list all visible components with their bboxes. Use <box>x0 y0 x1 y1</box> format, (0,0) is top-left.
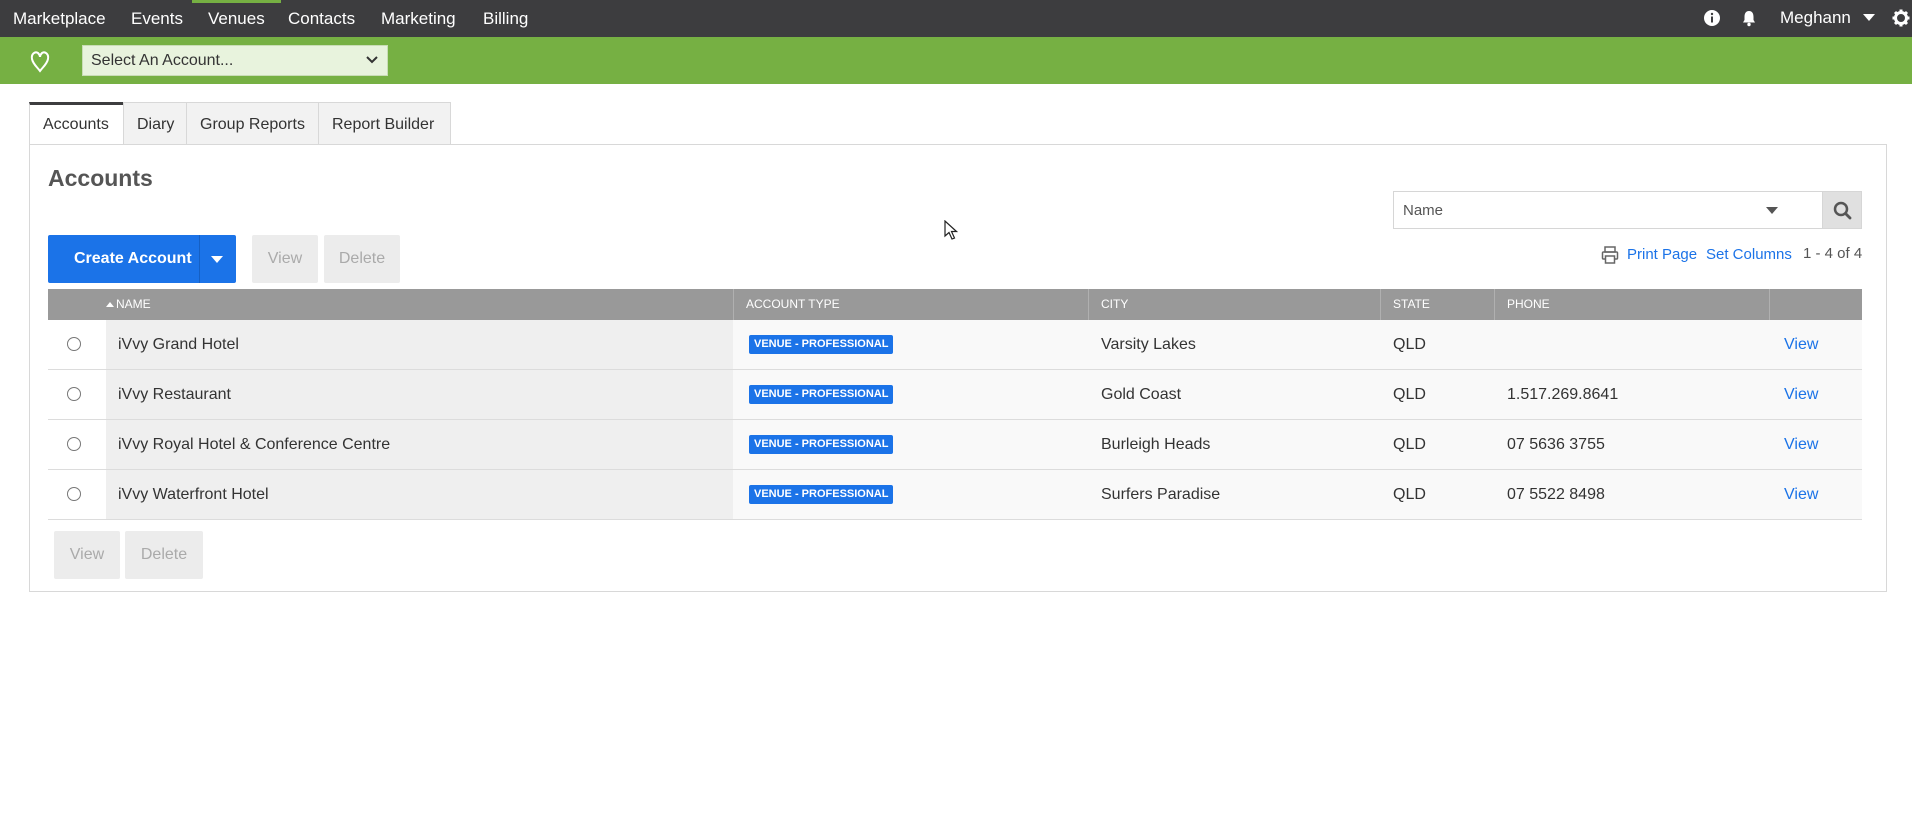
account-select[interactable]: Select An Account... <box>82 45 388 76</box>
row-select-radio[interactable] <box>67 487 81 501</box>
gear-icon[interactable] <box>1892 9 1910 27</box>
account-type-badge: VENUE - PROFESSIONAL <box>749 485 894 504</box>
view-button-bottom[interactable]: View <box>54 531 120 579</box>
account-state: QLD <box>1393 386 1426 403</box>
user-menu[interactable]: Meghann <box>1780 0 1876 37</box>
split-divider <box>199 235 200 283</box>
printer-icon <box>1601 246 1619 264</box>
nav-billing[interactable]: Billing <box>483 0 528 37</box>
delete-button-top[interactable]: Delete <box>324 235 400 283</box>
account-city: Gold Coast <box>1101 386 1182 403</box>
column-city-header[interactable]: CITY <box>1101 289 1128 320</box>
nav-venues[interactable]: Venues <box>192 0 281 37</box>
nav-contacts[interactable]: Contacts <box>288 0 355 37</box>
account-type-badge: VENUE - PROFESSIONAL <box>749 435 894 454</box>
bell-icon[interactable] <box>1740 9 1758 27</box>
nav-marketplace[interactable]: Marketplace <box>13 0 106 37</box>
column-account-type-header[interactable]: ACCOUNT TYPE <box>746 289 840 320</box>
column-state-header[interactable]: STATE <box>1393 289 1430 320</box>
brand-logo-icon[interactable] <box>28 49 52 73</box>
delete-button-bottom[interactable]: Delete <box>125 531 203 579</box>
result-count: 1 - 4 of 4 <box>1803 245 1863 262</box>
top-nav: Marketplace Events Venues Contacts Marke… <box>0 0 1912 37</box>
account-city: Varsity Lakes <box>1101 336 1196 353</box>
account-state: QLD <box>1393 486 1426 503</box>
caret-down-icon[interactable] <box>211 256 223 263</box>
column-phone-header[interactable]: PHONE <box>1507 289 1550 320</box>
table-row[interactable]: iVvy Grand Hotel VENUE - PROFESSIONAL Va… <box>48 320 1862 370</box>
search-icon <box>1833 201 1852 220</box>
account-name: iVvy Waterfront Hotel <box>118 486 269 503</box>
chevron-down-icon <box>1862 14 1875 21</box>
mouse-cursor-icon <box>944 220 958 240</box>
account-phone: 1.517.269.8641 <box>1507 386 1619 403</box>
table-row[interactable]: iVvy Waterfront Hotel VENUE - PROFESSION… <box>48 470 1862 520</box>
sort-ascending-icon <box>106 302 114 307</box>
tab-report-builder[interactable]: Report Builder <box>318 102 451 145</box>
nav-marketing[interactable]: Marketing <box>381 0 456 37</box>
account-bar: Select An Account... <box>0 37 1912 84</box>
table-header: NAME ACCOUNT TYPE CITY STATE PHONE <box>48 289 1862 320</box>
table-row[interactable]: iVvy Royal Hotel & Conference Centre VEN… <box>48 420 1862 470</box>
account-type-badge: VENUE - PROFESSIONAL <box>749 335 894 354</box>
row-select-radio[interactable] <box>67 337 81 351</box>
account-state: QLD <box>1393 336 1426 353</box>
account-type-badge: VENUE - PROFESSIONAL <box>749 385 894 404</box>
nav-events[interactable]: Events <box>131 0 183 37</box>
column-name-header[interactable]: NAME <box>106 289 151 320</box>
account-city: Surfers Paradise <box>1101 486 1221 503</box>
search-placeholder: Name <box>1403 202 1444 219</box>
tab-accounts[interactable]: Accounts <box>29 102 124 145</box>
row-view-link[interactable]: View <box>1784 470 1818 520</box>
account-select-value: Select An Account... <box>91 52 234 69</box>
search-field[interactable]: Name <box>1393 191 1823 229</box>
account-name: iVvy Restaurant <box>118 386 231 403</box>
create-account-button[interactable]: Create Account <box>48 235 236 283</box>
print-page-label: Print Page <box>1627 246 1698 263</box>
page-title: Accounts <box>48 165 153 191</box>
table-row[interactable]: iVvy Restaurant VENUE - PROFESSIONAL Gol… <box>48 370 1862 420</box>
row-view-link[interactable]: View <box>1784 320 1818 370</box>
info-icon[interactable] <box>1703 9 1721 27</box>
set-columns-link[interactable]: Set Columns <box>1706 246 1792 263</box>
caret-down-icon[interactable] <box>1766 207 1778 214</box>
account-state: QLD <box>1393 436 1426 453</box>
row-select-radio[interactable] <box>67 387 81 401</box>
tab-group-reports[interactable]: Group Reports <box>186 102 319 145</box>
tab-diary[interactable]: Diary <box>123 102 187 145</box>
create-account-label: Create Account <box>74 250 192 267</box>
account-name: iVvy Grand Hotel <box>118 336 239 353</box>
row-view-link[interactable]: View <box>1784 420 1818 470</box>
account-name: iVvy Royal Hotel & Conference Centre <box>118 436 391 453</box>
row-select-radio[interactable] <box>67 437 81 451</box>
account-city: Burleigh Heads <box>1101 436 1211 453</box>
chevron-down-icon <box>366 56 378 64</box>
view-button-top[interactable]: View <box>252 235 318 283</box>
search-button[interactable] <box>1823 191 1862 229</box>
user-name: Meghann <box>1780 8 1851 27</box>
account-phone: 07 5522 8498 <box>1507 486 1605 503</box>
row-view-link[interactable]: View <box>1784 370 1818 420</box>
account-phone: 07 5636 3755 <box>1507 436 1605 453</box>
